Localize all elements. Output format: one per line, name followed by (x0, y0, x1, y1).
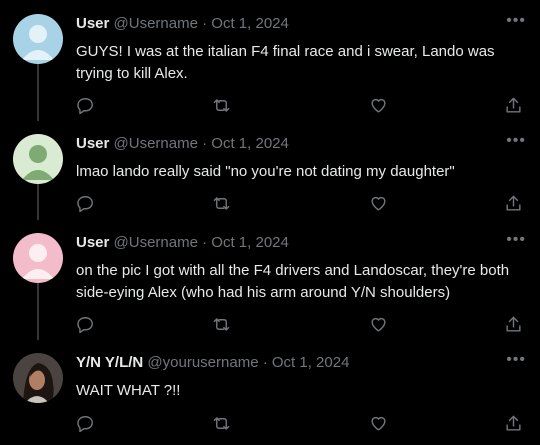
more-icon[interactable]: ••• (506, 133, 526, 149)
action-bar (76, 194, 528, 214)
tweet-header: User @Username · Oct 1, 2024 (76, 14, 289, 34)
handle[interactable]: @Username (114, 234, 198, 251)
default-avatar-icon (13, 14, 63, 64)
photo-avatar-icon (13, 353, 63, 403)
share-icon[interactable] (504, 96, 524, 116)
action-bar (76, 96, 528, 116)
handle[interactable]: @Username (114, 15, 198, 32)
separator: · (202, 135, 208, 152)
tweet-text: lmao lando really said "no you're not da… (76, 163, 455, 180)
timestamp[interactable]: Oct 1, 2024 (211, 135, 289, 152)
display-name[interactable]: User (76, 234, 109, 251)
like-icon[interactable] (369, 315, 389, 335)
avatar[interactable] (13, 14, 63, 64)
tweet-text: GUYS! I was at the italian F4 final race… (76, 43, 495, 82)
separator: · (202, 15, 208, 32)
more-icon[interactable]: ••• (506, 232, 526, 248)
action-bar (76, 414, 528, 434)
avatar[interactable] (13, 353, 63, 403)
share-icon[interactable] (504, 194, 524, 214)
display-name[interactable]: User (76, 135, 109, 152)
display-name[interactable]: Y/N Y/L/N (76, 354, 143, 371)
separator: · (262, 354, 268, 371)
reply-icon[interactable] (76, 414, 96, 434)
avatar[interactable] (13, 134, 63, 184)
retweet-icon[interactable] (212, 96, 232, 116)
tweet-header: Y/N Y/L/N @yourusername · Oct 1, 2024 (76, 353, 349, 373)
tweet-header: User @Username · Oct 1, 2024 (76, 134, 289, 154)
action-bar (76, 315, 528, 335)
reply-icon[interactable] (76, 194, 96, 214)
like-icon[interactable] (369, 96, 389, 116)
avatar[interactable] (13, 233, 63, 283)
tweet-text: on the pic I got with all the F4 drivers… (76, 262, 510, 301)
retweet-icon[interactable] (212, 194, 232, 214)
share-icon[interactable] (504, 414, 524, 434)
thread-line (37, 283, 39, 340)
separator: · (202, 234, 208, 251)
tweet-text: WAIT WHAT ?!! (76, 382, 181, 399)
like-icon[interactable] (369, 194, 389, 214)
like-icon[interactable] (369, 414, 389, 434)
default-avatar-icon (13, 233, 63, 283)
timestamp[interactable]: Oct 1, 2024 (211, 15, 289, 32)
handle[interactable]: @yourusername (147, 354, 258, 371)
reply-icon[interactable] (76, 96, 96, 116)
retweet-icon[interactable] (212, 315, 232, 335)
thread-line (37, 183, 39, 220)
thread-line (37, 64, 39, 121)
tweet-header: User @Username · Oct 1, 2024 (76, 233, 289, 253)
display-name[interactable]: User (76, 15, 109, 32)
reply-icon[interactable] (76, 315, 96, 335)
more-icon[interactable]: ••• (506, 352, 526, 368)
timestamp[interactable]: Oct 1, 2024 (272, 354, 350, 371)
handle[interactable]: @Username (114, 135, 198, 152)
retweet-icon[interactable] (212, 414, 232, 434)
share-icon[interactable] (504, 315, 524, 335)
timestamp[interactable]: Oct 1, 2024 (211, 234, 289, 251)
default-avatar-icon (13, 134, 63, 184)
more-icon[interactable]: ••• (506, 13, 526, 29)
